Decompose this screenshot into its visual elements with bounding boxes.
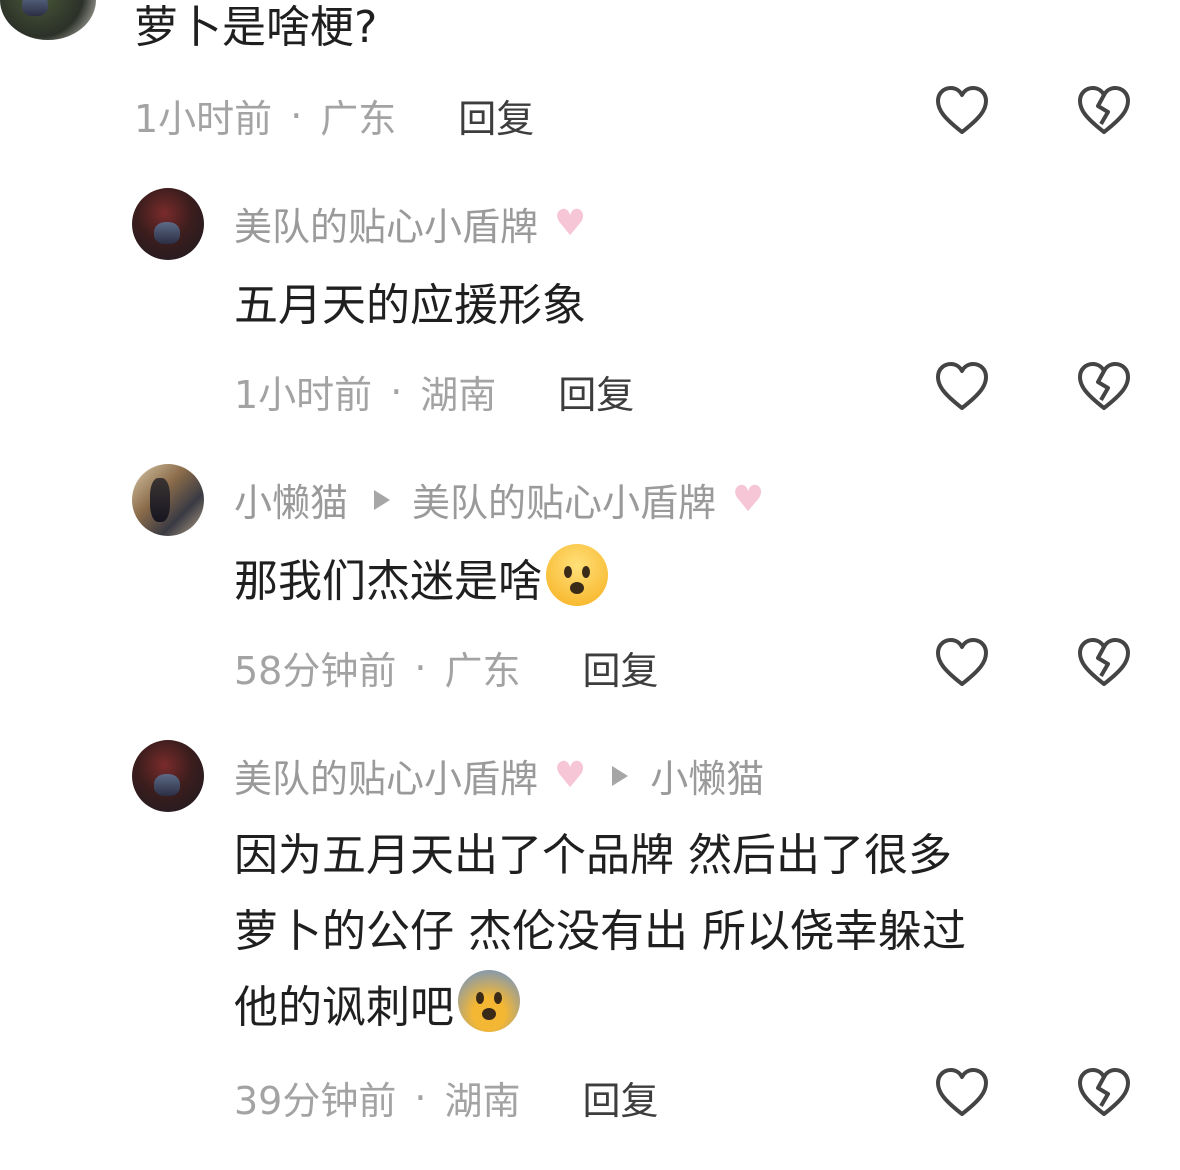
avatar[interactable]: [132, 188, 204, 260]
reply-button[interactable]: 回复: [558, 364, 634, 419]
reply-arrow-icon: [612, 765, 629, 786]
reply-to-author[interactable]: 美队的贴心小盾牌: [412, 472, 716, 527]
comment-text-content: 那我们杰迷是啥: [234, 556, 542, 607]
comment-author-row: 美队的贴心小盾牌 ♥ 小懒猫: [234, 748, 764, 803]
broken-heart-icon[interactable]: [1076, 1066, 1132, 1118]
meta-separator: ·: [290, 93, 303, 138]
comment-time: 1小时前: [134, 97, 273, 141]
meta-separator: ·: [414, 1075, 427, 1120]
reply-button[interactable]: 回复: [582, 640, 658, 695]
comment-author[interactable]: 美队的贴心小盾牌: [234, 748, 538, 803]
comment-meta: 1小时前 · 广东 回复: [134, 88, 534, 143]
avatar[interactable]: [132, 464, 204, 536]
pink-heart-icon: ♥: [732, 478, 765, 520]
comment-author[interactable]: 美队的贴心小盾牌: [234, 196, 538, 251]
avatar[interactable]: [0, 0, 96, 40]
comment-text-line: 萝卜的公仔 杰伦没有出 所以侥幸躲过: [234, 906, 966, 957]
avatar[interactable]: [132, 740, 204, 812]
comment-author-row: 小懒猫 美队的贴心小盾牌 ♥: [234, 472, 764, 527]
comment-time: 1小时前: [234, 373, 373, 417]
comment-text: 萝卜是啥梗?: [134, 2, 378, 53]
comment-text-line: 他的讽刺吧: [234, 982, 454, 1033]
comment-location: 广东: [444, 649, 521, 693]
broken-heart-icon[interactable]: [1076, 84, 1132, 136]
comment-text: 他的讽刺吧: [234, 970, 520, 1046]
reply-arrow-icon: [374, 489, 391, 510]
heart-outline-icon[interactable]: [934, 84, 990, 136]
comment-text: 那我们杰迷是啥: [234, 544, 608, 620]
comment-author[interactable]: 小懒猫: [234, 472, 348, 527]
meta-separator: ·: [414, 645, 427, 690]
broken-heart-icon[interactable]: [1076, 636, 1132, 688]
comment-location: 湖南: [420, 373, 497, 417]
comment-time: 58分钟前: [234, 649, 397, 693]
reply-to-author[interactable]: 小懒猫: [650, 748, 764, 803]
reply-button[interactable]: 回复: [458, 88, 534, 143]
heart-outline-icon[interactable]: [934, 636, 990, 688]
comment-location: 湖南: [444, 1079, 521, 1123]
meta-separator: ·: [390, 369, 403, 414]
reply-button[interactable]: 回复: [582, 1070, 658, 1125]
pink-heart-icon: ♥: [554, 754, 587, 796]
fearful-face-emoji-icon: [546, 544, 608, 606]
comment-text: 五月天的应援形象: [234, 280, 586, 331]
comment-time: 39分钟前: [234, 1079, 397, 1123]
pink-heart-icon: ♥: [554, 202, 587, 244]
broken-heart-icon[interactable]: [1076, 360, 1132, 412]
heart-outline-icon[interactable]: [934, 1066, 990, 1118]
comment-meta: 39分钟前 · 湖南 回复: [234, 1070, 658, 1125]
pleading-face-emoji-icon: [458, 970, 520, 1032]
comment-location: 广东: [320, 97, 397, 141]
comment-meta: 58分钟前 · 广东 回复: [234, 640, 658, 695]
comment-text-line: 因为五月天出了个品牌 然后出了很多: [234, 830, 952, 881]
comment-author-row: 美队的贴心小盾牌 ♥: [234, 196, 586, 251]
heart-outline-icon[interactable]: [934, 360, 990, 412]
comment-meta: 1小时前 · 湖南 回复: [234, 364, 634, 419]
